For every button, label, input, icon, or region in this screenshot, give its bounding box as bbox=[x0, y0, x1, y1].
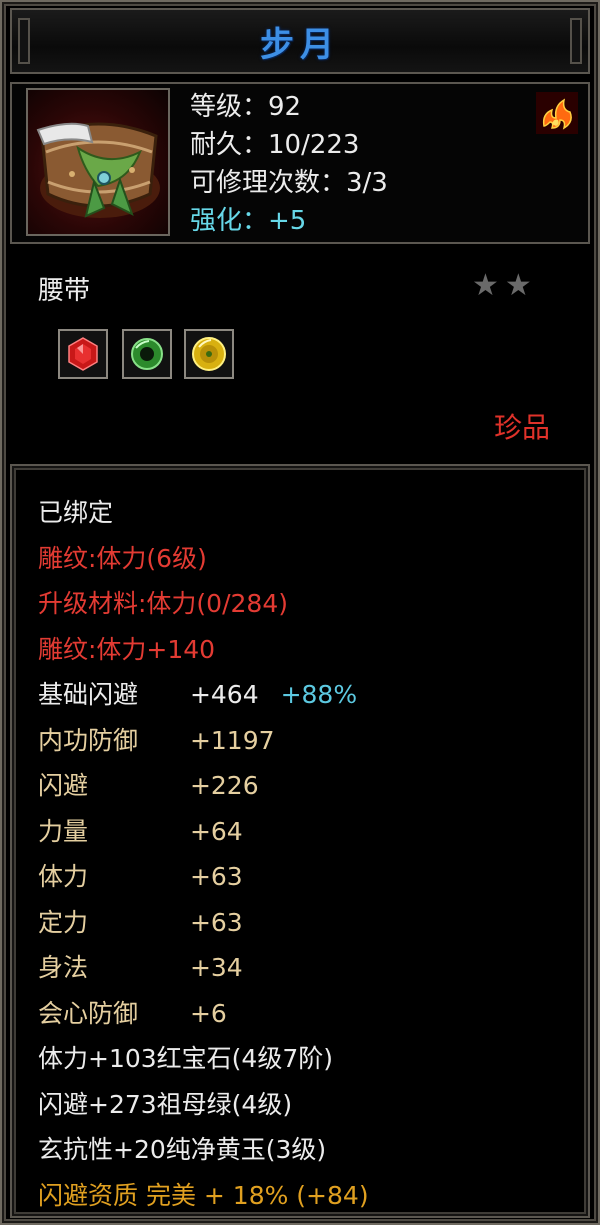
engrave-level: 雕纹:体力(6级) bbox=[38, 543, 207, 573]
attribute-label: 力量 bbox=[38, 816, 89, 846]
item-durability: 耐久：10/223 bbox=[190, 130, 360, 160]
attribute-label: 身法 bbox=[38, 953, 89, 982]
attribute-value: +1197 bbox=[189, 725, 275, 755]
item-repair-count: 可修理次数：3/3 bbox=[190, 168, 388, 198]
attribute-value: +64 bbox=[189, 816, 243, 846]
fire-element-icon bbox=[536, 92, 578, 134]
engrave-bonus: 雕纹:体力+140 bbox=[38, 634, 216, 664]
attribute-label: 基础闪避 bbox=[38, 680, 139, 709]
attribute-extra: +88% bbox=[280, 680, 358, 709]
attribute-label: 体力 bbox=[38, 862, 89, 891]
attribute-row: 基础闪避 +464 +88% bbox=[38, 672, 369, 718]
attribute-value: +34 bbox=[189, 953, 243, 982]
star-icon: ★ bbox=[504, 268, 532, 303]
item-tooltip-panel: 步月 等级：92 耐久：10/223 可修理次数：3/3 强化：+5 腰带 ★ … bbox=[0, 0, 600, 1225]
title-bar-left-cap bbox=[18, 18, 30, 64]
item-enhance-level: 强化：+5 bbox=[190, 206, 307, 236]
gem-bonus-ruby: 体力+103红宝石(4级7阶) bbox=[38, 1044, 333, 1073]
attribute-value: +6 bbox=[189, 998, 227, 1028]
star-rating: ★ ★ bbox=[472, 268, 532, 304]
item-title: 步月 bbox=[260, 24, 340, 65]
upgrade-material: 升级材料:体力(0/284) bbox=[38, 589, 288, 618]
attribute-row: 会心防御 +6 bbox=[38, 991, 369, 1037]
bound-status: 已绑定 bbox=[38, 498, 114, 527]
attribute-row: 内功防御 +1197 bbox=[38, 718, 369, 764]
gem-bonus-topaz: 玄抗性+20纯净黄玉(3级) bbox=[38, 1135, 327, 1164]
attribute-row: 定力 +63 bbox=[38, 900, 369, 946]
item-header: 等级：92 耐久：10/223 可修理次数：3/3 强化：+5 bbox=[10, 82, 590, 244]
belt-icon bbox=[26, 88, 170, 236]
attribute-label: 内功防御 bbox=[38, 725, 139, 755]
attribute-label: 会心防御 bbox=[38, 998, 139, 1028]
attribute-row: 身法 +34 bbox=[38, 945, 369, 991]
attribute-value: +63 bbox=[189, 862, 243, 891]
emerald-gem-icon[interactable] bbox=[122, 329, 172, 379]
yellow-jade-gem-icon[interactable] bbox=[184, 329, 234, 379]
title-bar: 步月 bbox=[10, 8, 590, 74]
item-level: 等级：92 bbox=[190, 92, 302, 122]
ruby-gem-icon[interactable] bbox=[58, 329, 108, 379]
attribute-list: 已绑定 雕纹:体力(6级) 升级材料:体力(0/284) 雕纹:体力+140 基… bbox=[38, 490, 369, 1218]
attribute-row: 体力 +63 bbox=[38, 854, 369, 900]
star-icon: ★ bbox=[472, 268, 499, 303]
attribute-value: +226 bbox=[189, 771, 259, 800]
item-stats: 等级：92 耐久：10/223 可修理次数：3/3 强化：+5 bbox=[190, 88, 388, 240]
attribute-row: 力量 +64 bbox=[38, 809, 369, 855]
aptitude-line: 闪避资质 完美 + 18% (+84) bbox=[38, 1180, 369, 1210]
attribute-label: 定力 bbox=[38, 907, 89, 937]
attribute-row: 闪避 +226 bbox=[38, 763, 369, 809]
attribute-label: 闪避 bbox=[38, 771, 89, 800]
item-type: 腰带 bbox=[38, 276, 91, 306]
title-bar-right-cap bbox=[570, 18, 582, 64]
attribute-section: 已绑定 雕纹:体力(6级) 升级材料:体力(0/284) 雕纹:体力+140 基… bbox=[10, 464, 590, 1218]
attribute-value: +464 bbox=[189, 680, 259, 709]
item-quality: 珍品 bbox=[494, 411, 551, 444]
gem-bonus-emerald: 闪避+273祖母绿(4级) bbox=[38, 1089, 293, 1119]
attribute-value: +63 bbox=[189, 907, 243, 937]
